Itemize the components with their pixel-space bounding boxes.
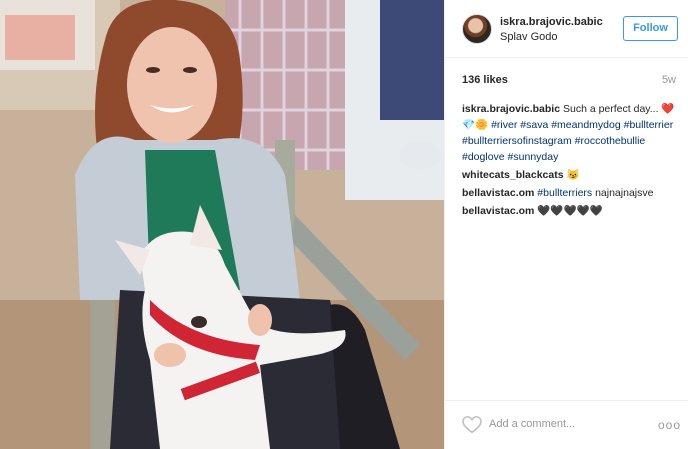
hashtag-link[interactable]: #bullterriers	[537, 187, 592, 199]
hashtag-link[interactable]: #roccothebullie	[575, 135, 646, 147]
comments-list: iskra.brajovic.babic Such a perfect day.…	[462, 101, 680, 221]
hashtag-link[interactable]: #meandmydog	[551, 119, 620, 131]
hashtag-link[interactable]: #sava	[520, 119, 548, 131]
likes-count[interactable]: 136 likes	[462, 74, 508, 86]
post-photo[interactable]	[0, 0, 444, 449]
hashtag-link[interactable]: #bullterrier	[624, 119, 674, 131]
post-header: iskra.brajovic.babic Splav Godo Follow	[445, 0, 688, 58]
hashtag-link[interactable]: #river	[491, 119, 517, 131]
comment-username[interactable]: iskra.brajovic.babic	[462, 103, 560, 115]
comment-text: 😼	[566, 169, 580, 181]
heart-outline-icon[interactable]	[462, 416, 482, 434]
comment-text: 🖤🖤🖤🖤🖤	[537, 205, 603, 217]
post-age[interactable]: 5w	[662, 74, 676, 86]
post-footer: ooo	[445, 400, 688, 449]
comment-username[interactable]: bellavistac.om	[462, 187, 534, 199]
comment-username[interactable]: bellavistac.om	[462, 205, 534, 217]
comment-item: iskra.brajovic.babic Such a perfect day.…	[462, 101, 680, 165]
avatar[interactable]	[462, 14, 492, 44]
follow-button[interactable]: Follow	[623, 16, 678, 41]
post-username[interactable]: iskra.brajovic.babic	[500, 16, 603, 28]
comment-username[interactable]: whitecats_blackcats	[462, 169, 564, 181]
hashtag-link[interactable]: #doglove	[462, 151, 505, 163]
post-location[interactable]: Splav Godo	[500, 31, 557, 43]
hashtag-link[interactable]: #bullterriersofinstagram	[462, 135, 572, 147]
photo-illustration	[0, 0, 444, 449]
post-side-panel: iskra.brajovic.babic Splav Godo Follow 1…	[444, 0, 688, 449]
hashtag-link[interactable]: #sunnyday	[508, 151, 559, 163]
comment-item: bellavistac.om #bullterriers najnajnajsv…	[462, 185, 680, 201]
comment-item: whitecats_blackcats 😼	[462, 167, 680, 183]
comment-text: najnajnajsve	[595, 187, 654, 199]
instagram-post-modal: iskra.brajovic.babic Splav Godo Follow 1…	[0, 0, 688, 449]
comment-input[interactable]	[489, 414, 639, 434]
comment-item: bellavistac.om 🖤🖤🖤🖤🖤	[462, 203, 680, 219]
ellipsis-icon[interactable]: ooo	[658, 416, 680, 434]
